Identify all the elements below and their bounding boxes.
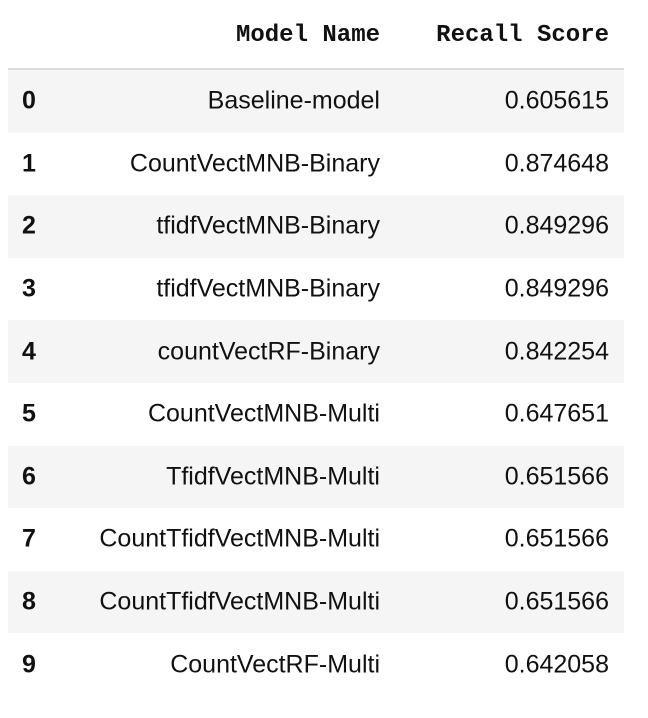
table-body: 0 Baseline-model 0.605615 1 CountVectMNB-Bin… xyxy=(8,70,624,696)
model-name-cell: TfidfVectMNB-Multi xyxy=(166,462,380,491)
model-name-cell: countVectRF-Binary xyxy=(157,337,380,366)
table-row: 0 Baseline-model 0.605615 xyxy=(8,70,624,133)
row-index: 3 xyxy=(22,274,36,303)
recall-score-cell: 0.647651 xyxy=(504,399,609,428)
table-row: 3 tfidfVectMNB-Binary 0.849296 xyxy=(8,258,624,321)
recall-score-cell: 0.642058 xyxy=(504,650,609,679)
table-row: 1 CountVectMNB-Binary 0.874648 xyxy=(8,133,624,196)
table-header: Model Name Recall Score xyxy=(8,0,624,70)
row-index: 0 xyxy=(22,86,36,115)
model-name-cell: tfidfVectMNB-Binary xyxy=(156,274,380,303)
table-row: 8 CountTfidfVectMNB-Multi 0.651566 xyxy=(8,570,624,634)
recall-score-cell: 0.849296 xyxy=(504,274,609,303)
recall-score-cell: 0.849296 xyxy=(504,211,609,240)
model-name-cell: tfidfVectMNB-Binary xyxy=(156,211,380,240)
model-name-cell: CountVectMNB-Multi xyxy=(147,399,380,428)
row-index: 9 xyxy=(22,650,36,679)
model-name-cell: CountTfidfVectMNB-Multi xyxy=(99,524,380,553)
model-name-cell: CountVectRF-Multi xyxy=(170,650,380,679)
recall-score-cell: 0.651566 xyxy=(504,462,609,491)
recall-score-cell: 0.651566 xyxy=(504,587,609,616)
table-row: 2 tfidfVectMNB-Binary 0.849296 xyxy=(8,195,624,258)
row-index: 2 xyxy=(22,211,36,240)
model-name-cell: CountVectMNB-Binary xyxy=(129,149,380,178)
table-row: 4 countVectRF-Binary 0.842254 xyxy=(8,320,624,383)
table-row: 5 CountVectMNB-Multi 0.647651 xyxy=(8,383,624,446)
row-index: 4 xyxy=(22,337,36,366)
dataframe-table: Model Name Recall Score 0 Baseline-model 0… xyxy=(8,0,624,696)
row-index: 8 xyxy=(22,587,36,616)
column-header-model-name: Model Name xyxy=(235,22,380,49)
recall-score-cell: 0.605615 xyxy=(504,86,609,115)
row-index: 1 xyxy=(22,149,36,178)
recall-score-cell: 0.874648 xyxy=(504,149,609,178)
table-row: 6 TfidfVectMNB-Multi 0.651566 xyxy=(8,445,624,509)
recall-score-cell: 0.842254 xyxy=(504,337,609,366)
column-header-recall-score: Recall Score xyxy=(436,22,609,49)
model-name-cell: CountTfidfVectMNB-Multi xyxy=(99,587,380,616)
row-index: 6 xyxy=(22,462,36,491)
row-index: 7 xyxy=(22,524,36,553)
model-name-cell: Baseline-model xyxy=(207,86,380,115)
table-row: 7 CountTfidfVectMNB-Multi 0.651566 xyxy=(8,508,624,571)
row-index: 5 xyxy=(22,399,36,428)
table-row: 9 CountVectRF-Multi 0.642058 xyxy=(8,633,624,696)
recall-score-cell: 0.651566 xyxy=(504,524,609,553)
